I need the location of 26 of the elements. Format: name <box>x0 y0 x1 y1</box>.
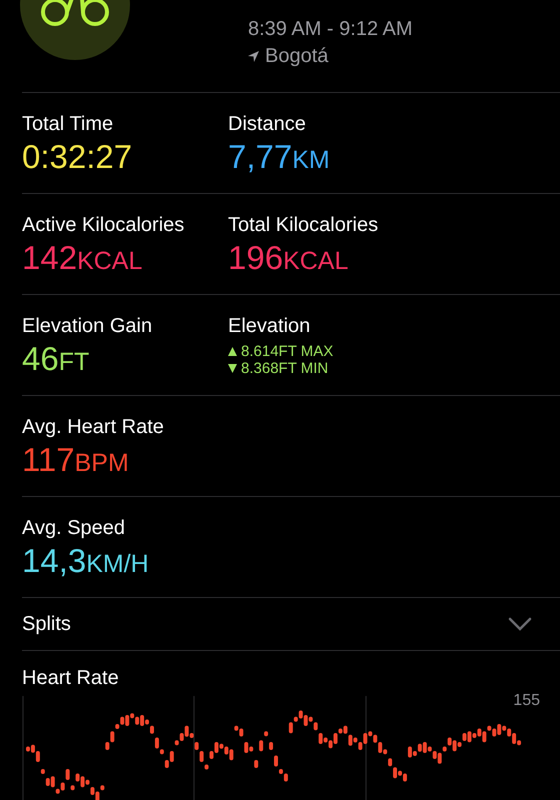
metric-value: 14,3KM/H <box>22 541 149 581</box>
metric-value: 196KCAL <box>228 238 348 278</box>
metric-label: Active Kilocalories <box>22 213 184 238</box>
elevation-min: 8.368FT MIN <box>241 360 328 377</box>
metric-label: Elevation <box>228 314 310 339</box>
up-triangle-icon <box>228 347 237 356</box>
time-range: 8:39 AM - 9:12 AM <box>248 18 413 41</box>
metric-label: Avg. Heart Rate <box>22 415 164 440</box>
metric-label: Distance <box>228 112 306 137</box>
metric-value: 46FT <box>22 339 90 379</box>
metric-label: Avg. Speed <box>22 516 126 541</box>
metric-label: Total Time <box>22 112 114 137</box>
metric-value: 142KCAL <box>22 238 142 278</box>
axis-label: 155 <box>513 692 540 710</box>
metric-label: Elevation Gain <box>22 314 152 339</box>
metric-label: Total Kilocalories <box>228 213 378 238</box>
location: Bogotá <box>265 45 328 68</box>
location-arrow-icon <box>248 51 259 62</box>
metric-value: 117BPM <box>22 440 129 480</box>
metric-value: 0:32:27 <box>22 137 132 177</box>
down-triangle-icon <box>228 364 237 373</box>
metric-value: 7,77KM <box>228 137 330 177</box>
chart-title: Heart Rate <box>22 667 119 690</box>
splits-label: Splits <box>22 612 71 636</box>
splits-row[interactable]: Splits <box>22 598 560 651</box>
elevation-max: 8.614FT MAX <box>241 343 334 360</box>
